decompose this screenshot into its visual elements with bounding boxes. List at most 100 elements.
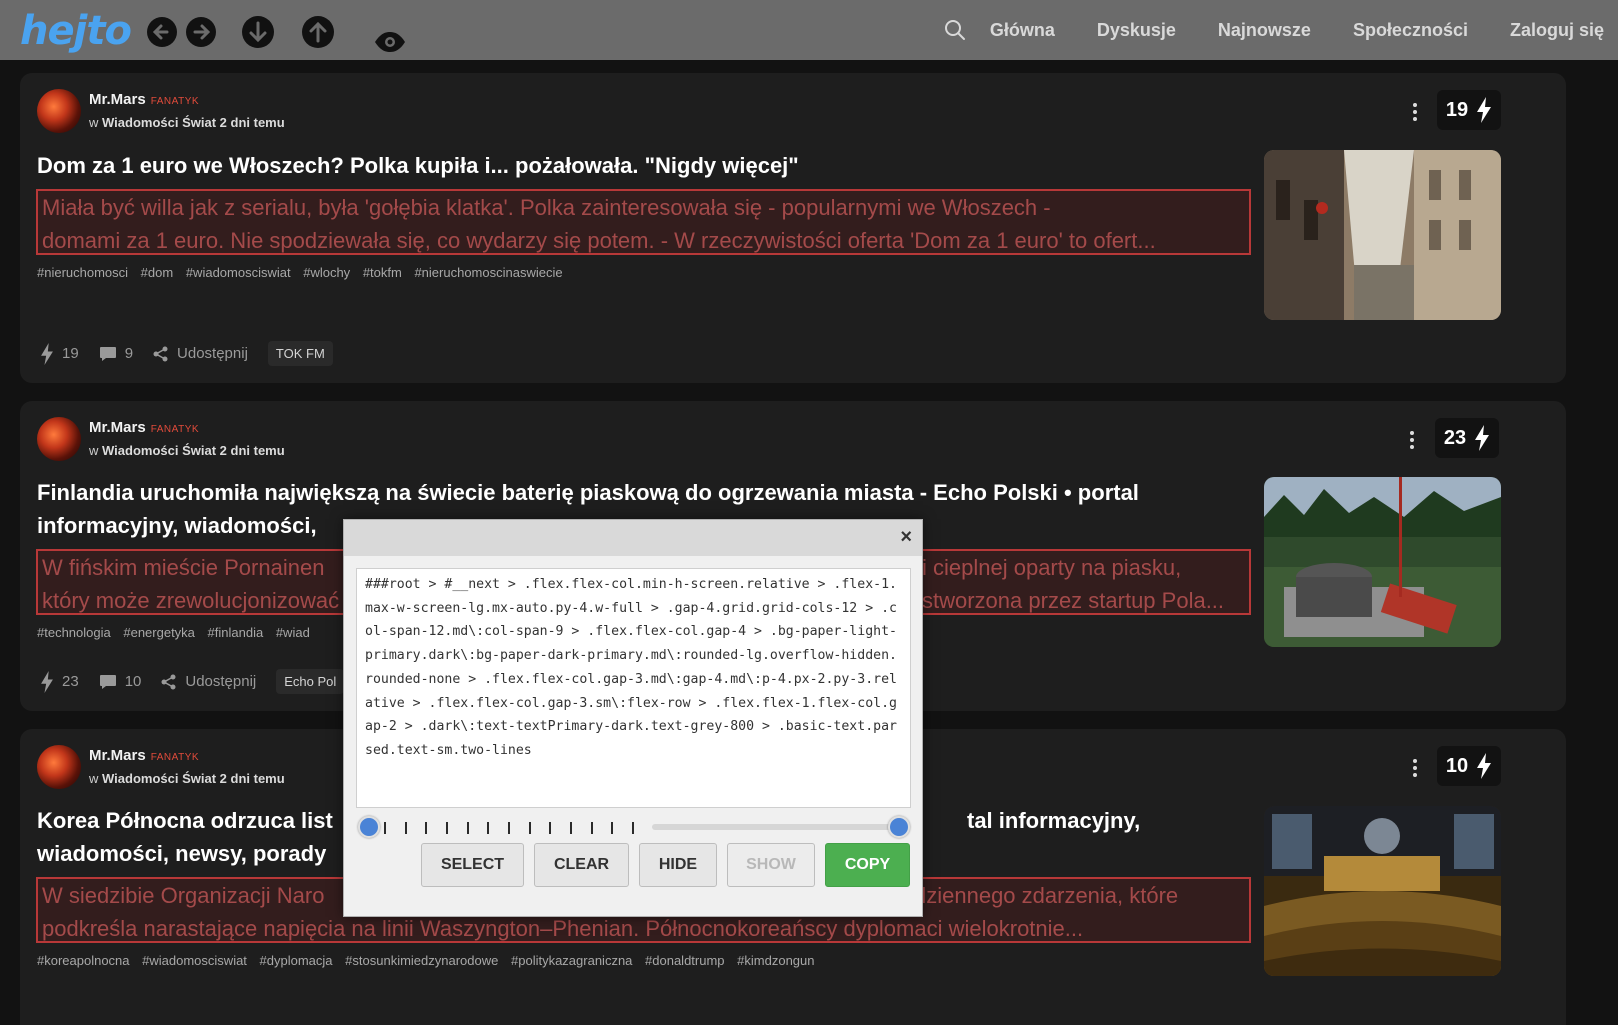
vote-count: 23 (1443, 426, 1467, 449)
community-link[interactable]: Wiadomości Świat (102, 115, 216, 130)
nav-discussions[interactable]: Dyskusje (1097, 20, 1176, 41)
slider-ticks (384, 822, 634, 834)
tag-link[interactable]: #energetyka (123, 625, 195, 640)
close-icon[interactable]: × (900, 526, 912, 549)
vote-counter[interactable]: 23 (1435, 418, 1499, 458)
tag-link[interactable]: #nieruchomosci (37, 265, 128, 280)
tag-link[interactable]: #wlochy (303, 265, 350, 280)
vote-count: 10 (1445, 754, 1469, 777)
rank-badge: FANATYK (150, 96, 200, 107)
copy-button[interactable]: COPY (825, 843, 910, 887)
selector-modal: × ###root > #__next > .flex.flex-col.min… (343, 519, 923, 917)
tag-link[interactable]: #dyplomacja (260, 953, 333, 968)
depth-slider[interactable] (358, 816, 634, 838)
author-name[interactable]: Mr.Mars (89, 747, 146, 764)
vote-counter[interactable]: 10 (1437, 746, 1501, 786)
share-icon (153, 346, 168, 361)
like-action[interactable]: 19 (40, 342, 79, 365)
nav-communities[interactable]: Społeczności (1353, 20, 1468, 41)
like-action[interactable]: 23 (40, 670, 79, 693)
more-options-icon[interactable] (1410, 101, 1420, 123)
comments-action[interactable]: 9 (99, 345, 133, 362)
top-bar: hejto Główna Dyskusje Najnowsze Społeczn… (0, 0, 1618, 60)
share-action[interactable]: Udostępnij (153, 345, 248, 362)
post-time: 2 dni temu (219, 443, 285, 458)
forward-arrow-icon[interactable] (183, 14, 219, 50)
modal-header: × (344, 520, 922, 556)
avatar[interactable] (37, 745, 81, 789)
comment-icon (99, 346, 116, 361)
excerpt-line: domami za 1 euro. Nie spodziewała się, c… (42, 228, 1156, 253)
down-arrow-icon[interactable] (240, 14, 276, 50)
share-action[interactable]: Udostępnij (161, 673, 256, 690)
tag-link[interactable]: #politykazagraniczna (511, 953, 632, 968)
source-badge[interactable]: Echo Pol (276, 669, 345, 694)
post-card: Mr.Mars FANATYK w Wiadomości Świat 2 dni … (20, 73, 1566, 383)
slider-handle[interactable] (358, 816, 380, 838)
back-arrow-icon[interactable] (144, 14, 180, 50)
post-thumbnail[interactable] (1264, 150, 1501, 320)
comment-count: 10 (124, 673, 142, 690)
avatar[interactable] (37, 417, 81, 461)
more-options-icon[interactable] (1407, 429, 1417, 451)
show-button[interactable]: SHOW (727, 843, 815, 887)
post-thumbnail[interactable] (1264, 477, 1501, 647)
source-badge[interactable]: TOK FM (267, 341, 333, 366)
post-actions: 19 9 Udostępnij TOK FM (40, 341, 333, 366)
tag-link[interactable]: #finlandia (208, 625, 264, 640)
excerpt-line: stworzona przez startup Pola... (922, 588, 1225, 613)
post-time: 2 dni temu (219, 115, 285, 130)
tag-list: #nieruchomosci #dom #wiadomosciswiat #wl… (37, 265, 572, 280)
post-meta: w Wiadomości Świat 2 dni temu (89, 771, 285, 786)
tag-link[interactable]: #nieruchomoscinaswiecie (414, 265, 562, 280)
slider-track (652, 824, 900, 830)
community-link[interactable]: Wiadomości Świat (102, 443, 216, 458)
hejto-logo[interactable]: hejto (20, 8, 132, 54)
nav-newest[interactable]: Najnowsze (1218, 20, 1311, 41)
more-options-icon[interactable] (1410, 757, 1420, 779)
tag-link[interactable]: #tokfm (363, 265, 402, 280)
like-count: 19 (62, 345, 79, 362)
selector-textarea[interactable]: ###root > #__next > .flex.flex-col.min-h… (356, 568, 911, 808)
slider-handle[interactable] (888, 816, 910, 838)
eye-icon[interactable] (372, 24, 408, 60)
share-icon (161, 674, 176, 689)
tag-link[interactable]: #wiadomosciswiat (186, 265, 291, 280)
nav-home[interactable]: Główna (990, 20, 1055, 41)
lightning-icon (1475, 425, 1490, 451)
search-icon[interactable] (944, 19, 966, 41)
author-name[interactable]: Mr.Mars (89, 419, 146, 436)
post-title[interactable]: Dom za 1 euro we Włoszech? Polka kupiła … (37, 149, 1237, 182)
tag-link[interactable]: #technologia (37, 625, 111, 640)
tag-link[interactable]: #stosunkimiedzynarodowe (345, 953, 498, 968)
post-meta: w Wiadomości Świat 2 dni temu (89, 115, 285, 130)
tag-list: #koreapolnocna #wiadomosciswiat #dyploma… (37, 953, 823, 968)
title-line: Finlandia uruchomiła największą na świec… (37, 480, 1139, 505)
meta-prefix: w (89, 443, 99, 458)
title-line: tal informacyjny, (967, 808, 1141, 833)
excerpt-line: dziennego zdarzenia, które (914, 883, 1179, 908)
post-excerpt[interactable]: Miała być willa jak z serialu, była 'goł… (36, 189, 1251, 255)
tag-link[interactable]: #dom (141, 265, 174, 280)
avatar[interactable] (37, 89, 81, 133)
post-thumbnail[interactable] (1264, 806, 1501, 976)
like-count: 23 (62, 673, 79, 690)
author-name[interactable]: Mr.Mars (89, 91, 146, 108)
comments-action[interactable]: 10 (99, 673, 142, 690)
select-button[interactable]: SELECT (421, 843, 524, 887)
vote-counter[interactable]: 19 (1437, 90, 1501, 130)
hide-button[interactable]: HIDE (639, 843, 717, 887)
tag-list: #technologia #energetyka #finlandia #wia… (37, 625, 319, 640)
tag-link[interactable]: #wiadomosciswiat (142, 953, 247, 968)
clear-button[interactable]: CLEAR (534, 843, 629, 887)
lightning-icon (1477, 97, 1492, 123)
nav-login[interactable]: Zaloguj się (1510, 20, 1604, 41)
tag-link[interactable]: #donaldtrump (645, 953, 725, 968)
rank-badge: FANATYK (150, 752, 200, 763)
community-link[interactable]: Wiadomości Świat (102, 771, 216, 786)
up-arrow-icon[interactable] (300, 14, 336, 50)
range-slider[interactable] (642, 816, 910, 838)
tag-link[interactable]: #kimdzongun (737, 953, 814, 968)
tag-link[interactable]: #koreapolnocna (37, 953, 130, 968)
tag-link[interactable]: #wiad (276, 625, 310, 640)
